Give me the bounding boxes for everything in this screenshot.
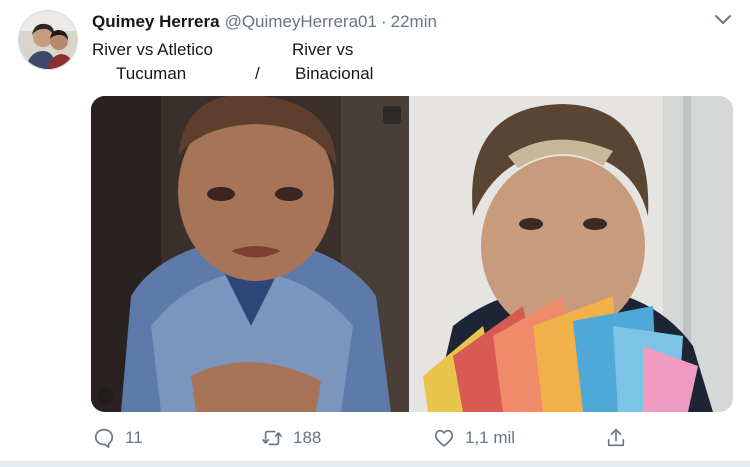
tweet-divider <box>0 461 750 467</box>
avatar[interactable] <box>18 10 78 70</box>
retweet-icon <box>262 430 282 446</box>
tweet-text-slash: / <box>255 64 260 83</box>
chevron-down-icon[interactable] <box>713 12 733 28</box>
tweet-header: Quimey Herrera @QuimeyHerrera01 · 22min <box>92 12 437 34</box>
share-button[interactable] <box>605 424 627 452</box>
media-photo-crying-boy[interactable] <box>91 96 409 412</box>
tweet-media[interactable] <box>91 96 733 412</box>
retweet-count: 188 <box>293 428 322 447</box>
separator-dot: · <box>380 12 387 31</box>
tweet-text-left-line2: Tucuman <box>116 64 187 83</box>
tweet-text-right-line1: River vs <box>292 40 354 59</box>
like-count: 1,1 mil <box>465 428 516 447</box>
share-icon <box>607 428 625 447</box>
display-name[interactable]: Quimey Herrera <box>92 12 220 31</box>
timestamp[interactable]: 22min <box>391 12 437 31</box>
tweet-text-right-line2: Binacional <box>295 64 374 83</box>
tweet-card: Quimey Herrera @QuimeyHerrera01 · 22min Riv… <box>0 0 750 467</box>
like-button[interactable]: 1,1 mil <box>433 424 515 452</box>
tweet-text-left-line1: River vs Atletico <box>92 40 213 59</box>
media-photo-boy-with-money[interactable] <box>413 96 733 412</box>
retweet-button[interactable]: 188 <box>261 424 321 452</box>
reply-icon <box>94 428 114 448</box>
heart-icon <box>434 429 454 447</box>
reply-count: 11 <box>125 428 143 447</box>
reply-button[interactable]: 11 <box>93 424 143 452</box>
user-handle[interactable]: @QuimeyHerrera01 <box>225 12 377 31</box>
